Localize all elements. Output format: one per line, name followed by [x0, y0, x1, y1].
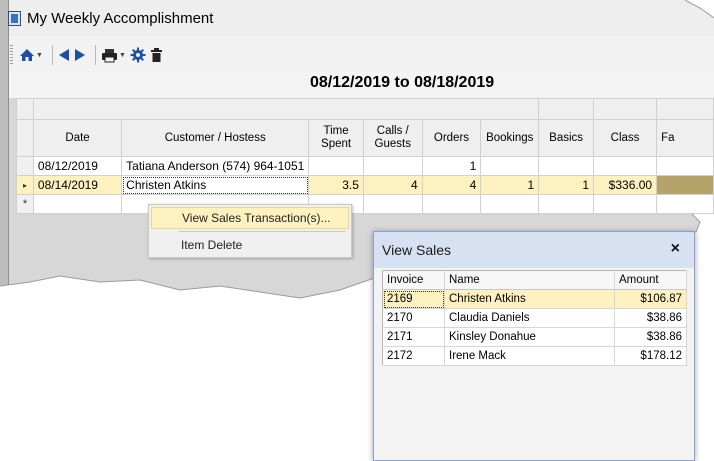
toolbar-separator	[94, 45, 96, 65]
new-row[interactable]: *	[16, 194, 714, 214]
cell-orders[interactable]: 1	[421, 156, 482, 176]
cell-invoice[interactable]: 2172	[382, 346, 445, 366]
back-button[interactable]	[58, 44, 70, 66]
column-header-class[interactable]: Class	[593, 119, 658, 157]
cell-invoice[interactable]: 2169	[382, 289, 445, 309]
window-title: My Weekly Accomplishment	[27, 9, 214, 27]
accomplishment-grid: Date Customer / Hostess Time Spent Calls…	[16, 98, 714, 214]
column-header-bookings[interactable]: Bookings	[480, 119, 540, 157]
title-bar: My Weekly Accomplishment	[5, 6, 213, 30]
back-arrow-icon	[58, 49, 69, 61]
trash-icon	[150, 47, 162, 62]
cell-calls-guests[interactable]: 4	[362, 175, 423, 195]
cell-amount[interactable]: $106.87	[614, 289, 687, 309]
chevron-down-icon[interactable]: ▼	[119, 52, 126, 59]
column-header-fa[interactable]: Fa	[656, 119, 714, 157]
close-icon[interactable]: ×	[671, 240, 680, 258]
cell-bookings[interactable]	[480, 156, 540, 176]
column-header-calls-guests[interactable]: Calls / Guests	[362, 119, 423, 157]
view-sales-dialog: View Sales × Invoice Name Amount 2169 Ch…	[373, 231, 695, 461]
column-header-basics[interactable]: Basics	[538, 119, 595, 157]
forward-button[interactable]	[74, 44, 86, 66]
table-row[interactable]: 2171 Kinsley Donahue $38.86	[382, 327, 687, 347]
column-header-name[interactable]: Name	[444, 270, 615, 290]
menu-item-item-delete[interactable]: Item Delete	[149, 233, 351, 257]
settings-button[interactable]	[130, 44, 146, 66]
chevron-down-icon[interactable]: ▼	[36, 52, 43, 59]
cell-amount[interactable]: $178.12	[614, 346, 687, 366]
cell-fa[interactable]	[656, 175, 714, 195]
cell-time-spent[interactable]	[308, 156, 364, 176]
cell-date[interactable]: 08/14/2019	[32, 175, 123, 195]
print-icon	[101, 48, 117, 62]
sales-table: Invoice Name Amount 2169 Christen Atkins…	[382, 270, 687, 366]
cell-customer[interactable]: Tatiana Anderson (574) 964-1051	[121, 156, 310, 176]
cell-name[interactable]: Irene Mack	[444, 346, 615, 366]
cell-orders[interactable]: 4	[421, 175, 482, 195]
toolbar-grip[interactable]	[10, 45, 13, 65]
cell-bookings[interactable]: 1	[480, 175, 540, 195]
print-button[interactable]: ▼	[101, 44, 126, 66]
toolbar: ▼ ▼	[10, 42, 390, 68]
context-menu: View Sales Transaction(s)... Item Delete	[148, 204, 352, 258]
date-range-title: 08/12/2019 to 08/18/2019	[310, 74, 495, 91]
cell-amount[interactable]: $38.86	[614, 308, 687, 328]
forward-arrow-icon	[74, 49, 85, 61]
cell-time-spent[interactable]: 3.5	[308, 175, 364, 195]
cell-customer[interactable]: Christen Atkins	[121, 175, 310, 195]
table-row-selected[interactable]: ▸ 08/14/2019 Christen Atkins 3.5 4 4 1 1…	[16, 175, 714, 195]
dialog-title: View Sales	[382, 242, 452, 258]
cell-invoice[interactable]: 2171	[382, 327, 445, 347]
column-header-orders[interactable]: Orders	[421, 119, 482, 157]
cell-date[interactable]: 08/12/2019	[32, 156, 123, 176]
band-row	[16, 98, 714, 120]
cell-name[interactable]: Claudia Daniels	[444, 308, 615, 328]
table-row[interactable]: 2172 Irene Mack $178.12	[382, 346, 687, 366]
column-header-amount[interactable]: Amount	[614, 270, 687, 290]
cell-amount[interactable]: $38.86	[614, 327, 687, 347]
table-row-selected[interactable]: 2169 Christen Atkins $106.87	[382, 289, 687, 309]
toolbar-separator	[51, 45, 53, 65]
cell-class[interactable]	[593, 156, 658, 176]
new-row-indicator[interactable]: *	[16, 194, 34, 214]
cell-name[interactable]: Kinsley Donahue	[444, 327, 615, 347]
cell-calls-guests[interactable]	[362, 156, 423, 176]
column-header-date[interactable]: Date	[32, 119, 123, 157]
menu-separator	[179, 231, 345, 232]
column-header-time-spent[interactable]: Time Spent	[308, 119, 364, 157]
cell-fa[interactable]	[656, 156, 714, 176]
column-header-row: Date Customer / Hostess Time Spent Calls…	[16, 119, 714, 157]
cell-invoice[interactable]: 2170	[382, 308, 445, 328]
app-icon	[8, 10, 21, 26]
cell-name[interactable]: Christen Atkins	[444, 289, 615, 309]
gear-icon	[130, 47, 146, 63]
home-icon	[20, 49, 34, 61]
column-header-invoice[interactable]: Invoice	[382, 270, 445, 290]
table-row[interactable]: 08/12/2019 Tatiana Anderson (574) 964-10…	[16, 156, 714, 176]
column-header-customer[interactable]: Customer / Hostess	[121, 119, 310, 157]
sales-header-row: Invoice Name Amount	[382, 270, 687, 290]
cell-basics[interactable]: 1	[538, 175, 595, 195]
delete-button[interactable]	[150, 44, 163, 66]
menu-item-view-sales-transactions[interactable]: View Sales Transaction(s)...	[151, 207, 349, 229]
cell-basics[interactable]	[538, 156, 595, 176]
table-row[interactable]: 2170 Claudia Daniels $38.86	[382, 308, 687, 328]
current-row-indicator[interactable]: ▸	[16, 175, 34, 195]
home-button[interactable]: ▼	[19, 44, 43, 66]
dialog-header: View Sales ×	[374, 232, 694, 268]
cell-class[interactable]: $336.00	[593, 175, 658, 195]
